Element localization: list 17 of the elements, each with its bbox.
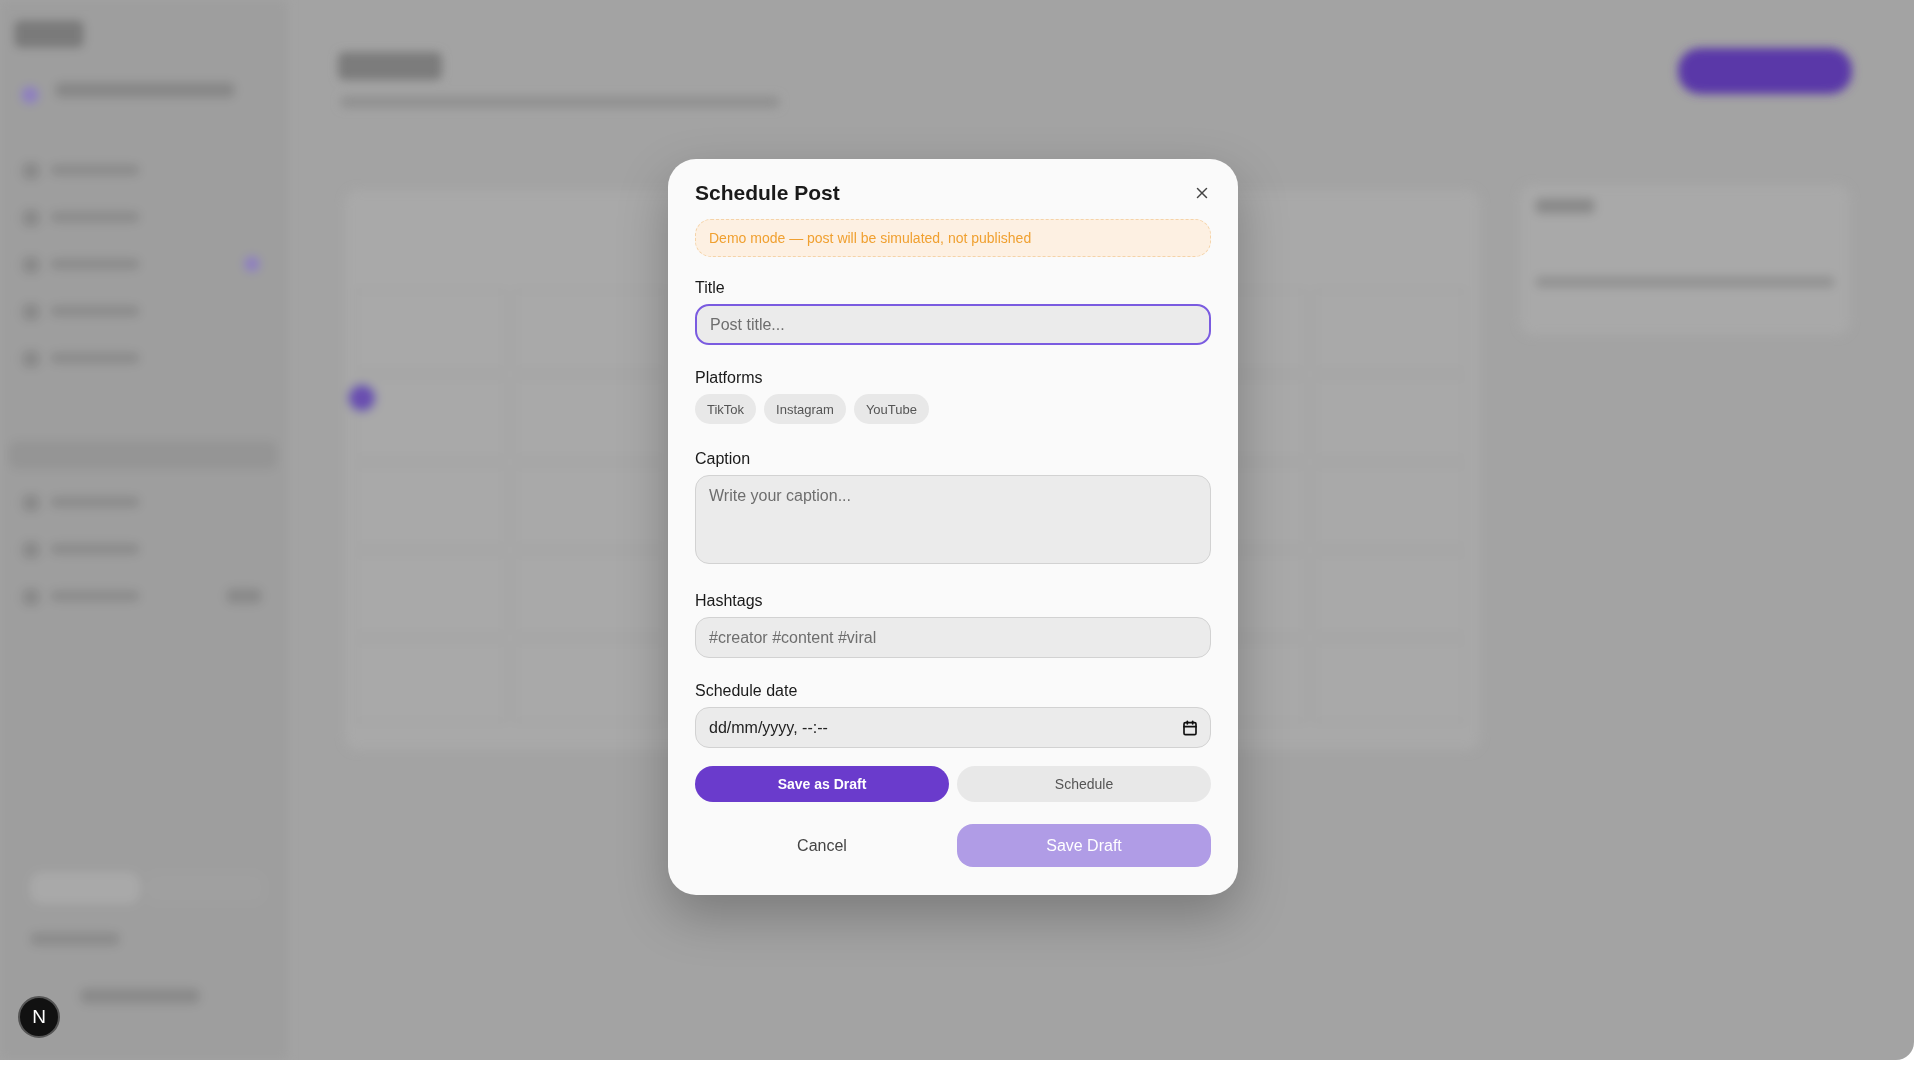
platform-chip[interactable]: YouTube: [853, 394, 929, 424]
dialog-title: Schedule Post: [695, 181, 840, 205]
field-label: Hashtags: [695, 592, 764, 610]
field-label: Schedule date: [695, 682, 799, 700]
field-label: Caption: [695, 450, 752, 468]
text-field[interactable]: Post title...: [695, 304, 1211, 345]
demo-notice: Demo mode — post will be simulated, not published: [695, 219, 1211, 257]
date-field[interactable]: dd/mm/yyyy, --:--: [695, 707, 1211, 748]
mode-toggle[interactable]: Save as Draft: [695, 766, 949, 802]
mode-toggle[interactable]: Schedule: [957, 766, 1211, 802]
calendar-icon[interactable]: [1182, 719, 1198, 736]
field-label: Platforms: [695, 369, 764, 387]
platform-chip[interactable]: Instagram: [764, 394, 846, 424]
field-label: Title: [695, 279, 726, 297]
cancel-button[interactable]: Cancel: [695, 824, 949, 867]
caption-field[interactable]: Write your caption...: [695, 475, 1211, 564]
platform-chip[interactable]: TikTok: [695, 394, 757, 424]
